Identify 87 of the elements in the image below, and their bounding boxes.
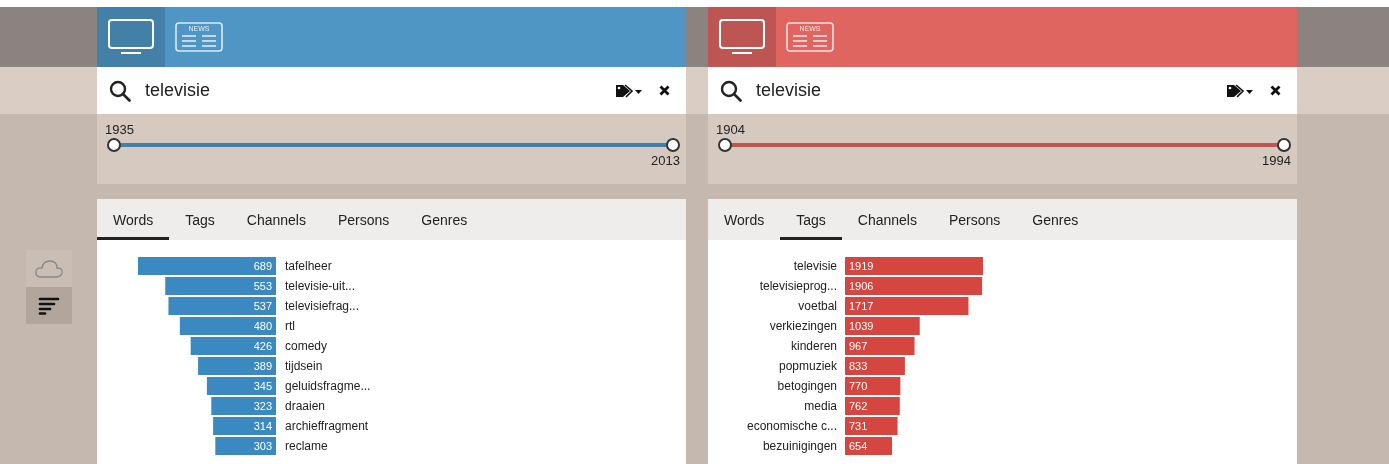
bar-label: verkiezingen	[769, 319, 837, 333]
bar-label: voetbal	[798, 299, 837, 313]
tab[interactable]: Tags	[169, 199, 231, 240]
search-input[interactable]: televisie	[754, 79, 1212, 102]
clear-button[interactable]	[657, 83, 672, 98]
end-year: 2013	[651, 153, 680, 168]
bar-value: 389	[253, 360, 272, 372]
bar-label: archieffragment	[285, 419, 369, 433]
sort-lines-icon	[37, 296, 60, 315]
tags-icon	[615, 83, 643, 98]
bar	[845, 357, 905, 375]
bar-value: 1039	[849, 320, 874, 332]
bar-label: betogingen	[777, 379, 837, 393]
bar-label: draaien	[285, 399, 326, 413]
bar	[213, 417, 276, 435]
bar-label: comedy	[285, 339, 328, 353]
tag-dropdown-button[interactable]	[1224, 81, 1256, 100]
bar-label: rtl	[285, 319, 295, 333]
bar-label: bezuinigingen	[762, 439, 837, 453]
bar-label: tafelheer	[285, 259, 332, 273]
search-bar[interactable]: televisie	[97, 67, 686, 114]
bar-value: 762	[849, 400, 868, 412]
bar-view-button[interactable]	[25, 287, 72, 324]
tag-dropdown-button[interactable]	[613, 81, 645, 100]
bar	[215, 437, 276, 455]
bar-value: 731	[849, 420, 868, 432]
bar-value: 345	[253, 380, 272, 392]
start-year: 1935	[105, 122, 134, 137]
tags-icon	[1226, 83, 1254, 98]
bar-value: 770	[849, 380, 868, 392]
range-handle[interactable]	[718, 138, 732, 152]
clear-button[interactable]	[1268, 83, 1283, 98]
bar-value: 967	[849, 340, 868, 352]
bar-value: 1906	[849, 280, 874, 292]
bar-label: tijdsein	[285, 359, 323, 373]
range-handle[interactable]	[107, 138, 121, 152]
search-bar[interactable]: televisie	[708, 67, 1297, 114]
bar-label: popmuziek	[778, 359, 837, 373]
search-icon	[720, 79, 742, 102]
bar	[206, 377, 276, 395]
bar-value: 553	[253, 280, 272, 292]
bar	[211, 397, 276, 415]
bar	[845, 337, 915, 355]
range-handle[interactable]	[666, 138, 680, 152]
tab[interactable]: Words	[708, 199, 781, 240]
tab[interactable]: Channels	[841, 199, 933, 240]
bar-value: 314	[253, 420, 272, 432]
tab[interactable]: Persons	[932, 199, 1017, 240]
tab[interactable]: Genres	[1016, 199, 1095, 240]
bar	[845, 397, 900, 415]
television-source-tab[interactable]	[708, 7, 776, 67]
end-year: 1994	[1262, 153, 1291, 168]
television-source-tab[interactable]	[97, 7, 165, 67]
television-icon	[107, 18, 155, 56]
bar	[845, 417, 898, 435]
bar-value: 1717	[849, 300, 874, 312]
cloud-icon	[33, 258, 64, 279]
bar-label: reclame	[285, 439, 328, 453]
bar-value: 654	[849, 440, 868, 452]
bar-label: televisiefrag...	[285, 299, 360, 313]
bar-label: televisieprog...	[759, 279, 837, 293]
start-year: 1904	[716, 122, 745, 137]
range-handle[interactable]	[1277, 138, 1291, 152]
bar-label: kinderen	[790, 339, 837, 353]
bar-value: 303	[253, 440, 272, 452]
bar-value: 426	[253, 340, 272, 352]
bar-label: media	[804, 399, 837, 413]
tab[interactable]: Genres	[405, 199, 484, 240]
bar-label: economische c...	[746, 419, 837, 433]
bar	[845, 437, 893, 455]
close-icon	[1270, 85, 1281, 96]
search-icon	[109, 79, 131, 102]
bar-value: 689	[253, 260, 272, 272]
tab[interactable]: Persons	[321, 199, 406, 240]
bar-value: 323	[253, 400, 272, 412]
bar-value: 537	[253, 300, 272, 312]
bar-value: 1919	[849, 260, 874, 272]
bar-label: televisie-uit...	[285, 279, 356, 293]
bar-value: 833	[849, 360, 868, 372]
bar-value: 480	[253, 320, 272, 332]
search-input[interactable]: televisie	[143, 79, 601, 102]
tab[interactable]: Channels	[230, 199, 322, 240]
bar-label: televisie	[793, 259, 837, 273]
bar-label: geluidsfragme...	[285, 379, 371, 393]
television-icon	[718, 18, 766, 56]
close-icon	[659, 85, 670, 96]
bar	[845, 377, 901, 395]
